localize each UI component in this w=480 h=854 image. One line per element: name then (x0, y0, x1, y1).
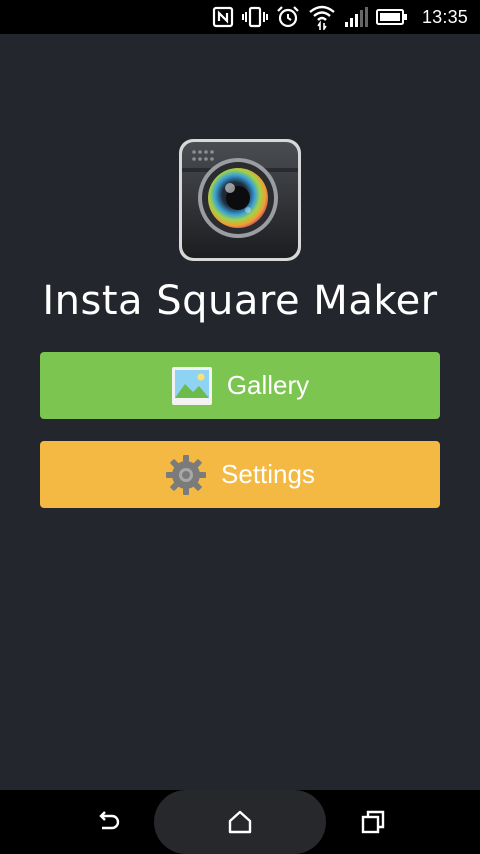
settings-button[interactable]: Settings (40, 441, 440, 508)
status-clock: 13:35 (421, 6, 468, 27)
screen: 13:35 Insta Square Maker Gallery Setting… (0, 0, 480, 854)
home-icon[interactable] (224, 806, 256, 838)
wifi-icon (309, 5, 335, 30)
gear-icon (166, 454, 207, 495)
battery-icon (375, 9, 407, 25)
recents-icon[interactable] (357, 806, 389, 838)
back-icon[interactable] (92, 806, 124, 838)
nfc-icon (212, 6, 234, 28)
app-title: Insta Square Maker (42, 278, 438, 324)
settings-button-label: Settings (221, 459, 315, 489)
alarm-icon (277, 6, 299, 28)
gallery-button-label: Gallery (226, 370, 310, 400)
gallery-button[interactable]: Gallery (40, 352, 440, 419)
status-bar: 13:35 (0, 0, 480, 34)
gallery-picture-icon (171, 366, 212, 405)
vibrate-icon (241, 6, 268, 28)
signal-icon (344, 7, 368, 27)
camera-lens-icon (179, 139, 301, 261)
navigation-bar (0, 790, 480, 854)
